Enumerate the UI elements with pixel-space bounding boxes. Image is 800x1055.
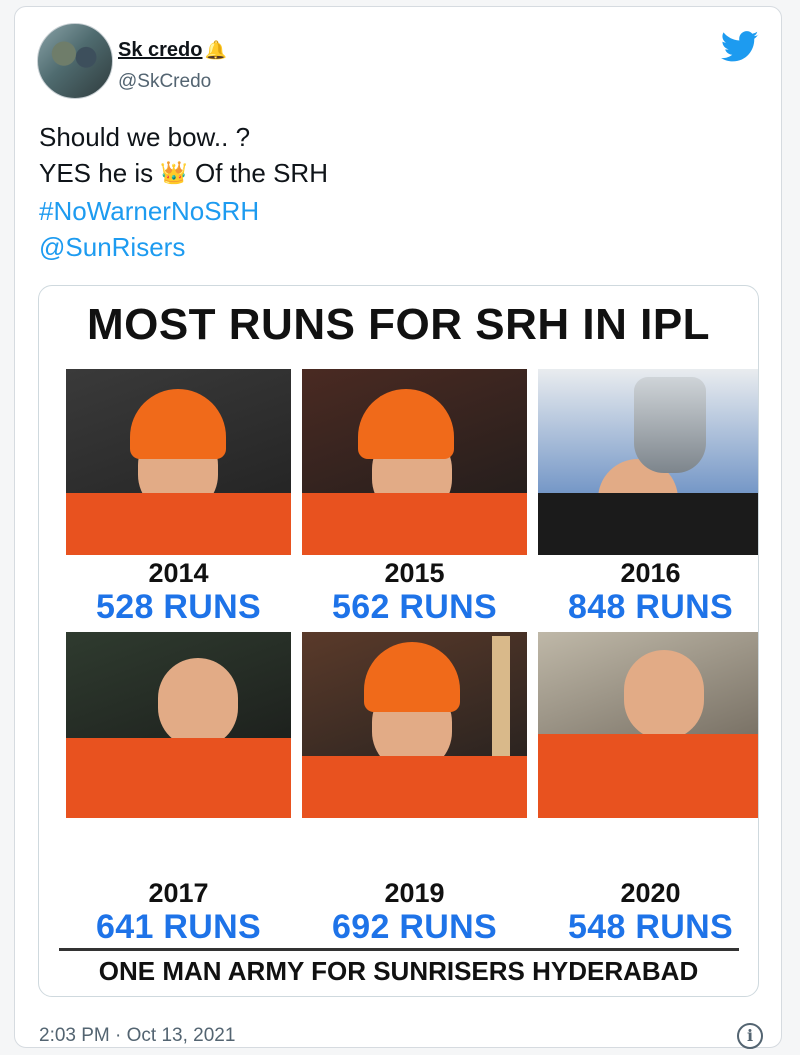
graphic-footer: ONE MAN ARMY FOR SUNRISERS HYDERABAD	[98, 956, 699, 986]
player-photo-2016	[538, 369, 758, 555]
tweet-line-2: YES he is 👑 Of the SRH	[39, 155, 328, 193]
stat-year-2017: 2017	[148, 878, 209, 908]
mention-link[interactable]: @SunRisers	[39, 229, 328, 265]
tweet-line-2-end: Of the SRH	[195, 158, 328, 188]
stat-runs-2017: 641 RUNS	[96, 908, 261, 946]
player-photo-2020	[538, 632, 758, 818]
author-name[interactable]: Sk credo 🔔	[118, 39, 227, 62]
stat-year-2019: 2019	[384, 878, 445, 908]
author-handle[interactable]: @SkCredo	[118, 71, 211, 93]
hashtag-link[interactable]: #NoWarnerNoSRH	[39, 193, 328, 229]
tweet-line-1: Should we bow.. ?	[39, 122, 251, 152]
tweet-image[interactable]: MOST RUNS FOR SRH IN IPL 2014 528 RUNS 2…	[38, 285, 759, 997]
player-photo-2015	[302, 369, 527, 555]
stat-runs-2016: 848 RUNS	[568, 588, 733, 626]
twitter-bird-icon[interactable]	[721, 31, 759, 63]
stat-runs-2014: 528 RUNS	[96, 588, 261, 626]
tweet-text: Should we bow.. ? YES he is 👑 Of the SRH…	[39, 119, 328, 265]
stat-year-2015: 2015	[384, 558, 445, 588]
graphic-title: MOST RUNS FOR SRH IN IPL	[86, 300, 711, 349]
info-icon[interactable]: i	[737, 1023, 763, 1049]
tweet-timestamp[interactable]: 2:03 PM · Oct 13, 2021	[39, 1025, 235, 1047]
stat-year-2014: 2014	[148, 558, 209, 588]
stat-year-2016: 2016	[620, 558, 681, 588]
tweet-card: Sk credo 🔔 @SkCredo Should we bow.. ? YES…	[14, 6, 782, 1049]
bell-icon: 🔔	[204, 40, 227, 60]
player-photo-2019	[302, 632, 527, 818]
player-photo-2017	[66, 632, 291, 818]
stat-runs-2019: 692 RUNS	[332, 908, 497, 946]
stat-runs-2020: 548 RUNS	[568, 908, 733, 946]
stat-runs-2015: 562 RUNS	[332, 588, 497, 626]
stat-year-2020: 2020	[620, 878, 681, 908]
author-name-text[interactable]: Sk credo	[118, 39, 202, 61]
player-photo-2014	[66, 369, 291, 555]
tweet-line-2-start: YES he is	[39, 158, 154, 188]
crown-icon: 👑	[160, 160, 188, 185]
graphic-divider	[59, 948, 739, 951]
avatar[interactable]	[37, 23, 113, 99]
